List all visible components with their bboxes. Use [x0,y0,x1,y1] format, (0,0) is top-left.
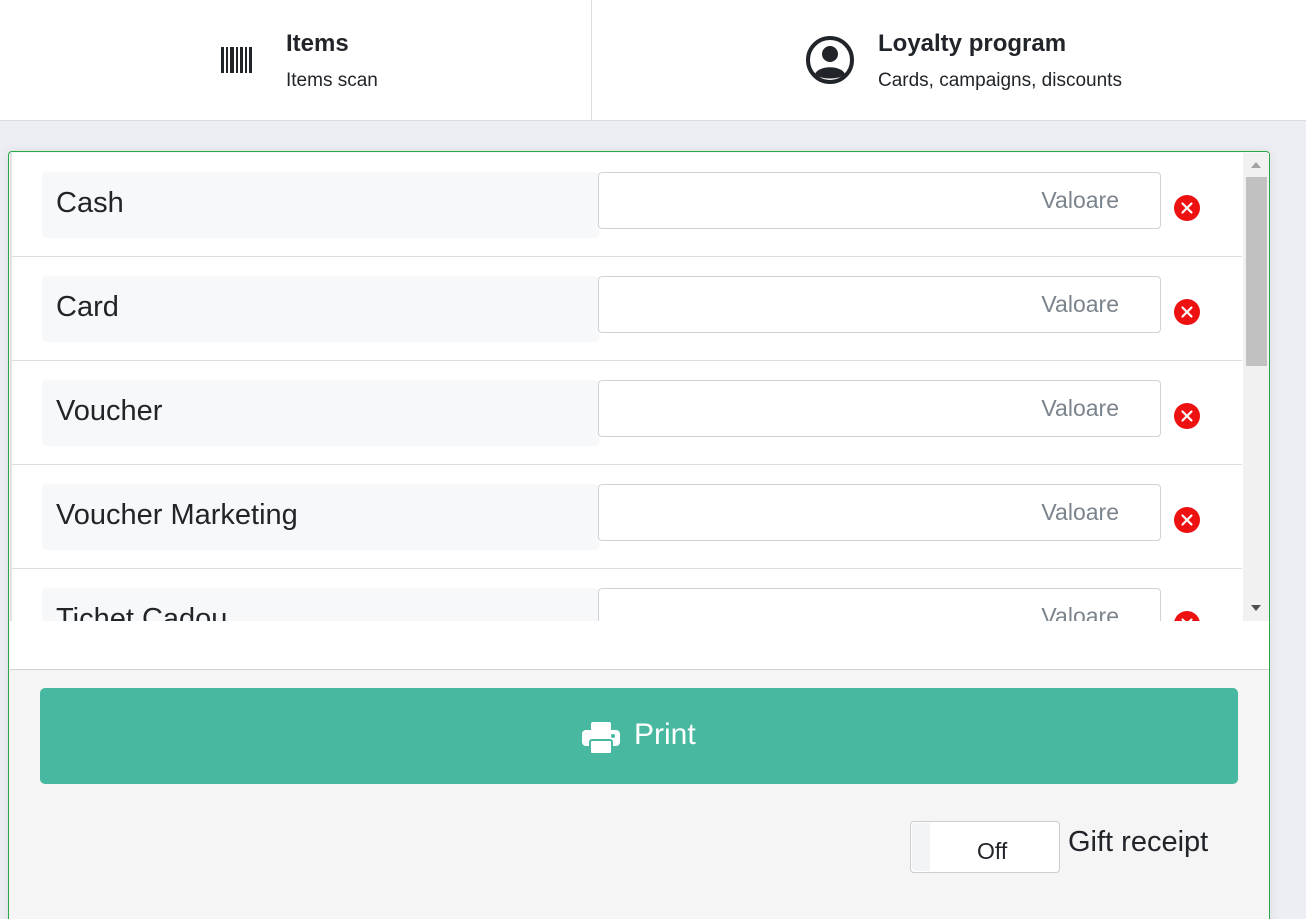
payment-methods-list[interactable]: Cash Card Voucher [10,153,1242,621]
close-circle-icon[interactable] [1174,507,1200,533]
print-button[interactable]: Print [40,688,1238,784]
payment-method-label: Voucher Marketing [42,484,599,550]
close-circle-icon[interactable] [1174,403,1200,429]
payment-amount-input[interactable] [598,484,1161,541]
payment-row-voucher: Voucher [10,361,1242,465]
tab-items-title: Items [286,30,349,57]
tab-items-subtitle: Items scan [286,70,378,91]
payment-row-card: Card [10,257,1242,361]
barcode-icon [220,47,252,78]
tab-items[interactable]: Items Items scan [0,0,592,120]
list-scrollbar[interactable] [1243,153,1269,621]
payment-amount-input[interactable] [598,588,1161,621]
scroll-up-arrow-icon[interactable] [1251,162,1261,168]
tab-loyalty-subtitle: Cards, campaigns, discounts [878,70,1122,91]
print-button-label: Print [634,718,696,751]
top-navigation: Items Items scan Loyalty program Cards, … [0,0,1306,121]
payment-row-voucher-marketing: Voucher Marketing [10,465,1242,569]
payment-amount-input[interactable] [598,172,1161,229]
payment-method-label: Card [42,276,599,342]
close-circle-icon[interactable] [1174,299,1200,325]
gift-receipt-label: Gift receipt [1068,826,1209,858]
user-circle-icon [805,35,855,90]
payment-row-tichet-cadou: Tichet Cadou [10,569,1242,621]
scrollbar-thumb[interactable] [1246,177,1267,366]
payment-method-label: Voucher [42,380,599,446]
close-circle-icon[interactable] [1174,195,1200,221]
gift-receipt-toggle[interactable]: Off [910,821,1060,873]
payment-method-label: Tichet Cadou [42,588,599,621]
payment-method-label: Cash [42,172,599,238]
toggle-knob [912,823,930,871]
close-circle-icon[interactable] [1174,611,1200,621]
tab-loyalty-title: Loyalty program [878,30,1067,57]
tab-loyalty-program[interactable]: Loyalty program Cards, campaigns, discou… [592,0,1306,120]
payment-row-cash: Cash [10,153,1242,257]
payment-amount-input[interactable] [598,276,1161,333]
scroll-down-arrow-icon[interactable] [1251,605,1261,611]
toggle-state-text: Off [977,838,1008,864]
payment-methods-area: Cash Card Voucher [10,153,1269,670]
payment-amount-input[interactable] [598,380,1161,437]
payment-panel: Cash Card Voucher [8,151,1270,919]
printer-icon [582,722,620,757]
